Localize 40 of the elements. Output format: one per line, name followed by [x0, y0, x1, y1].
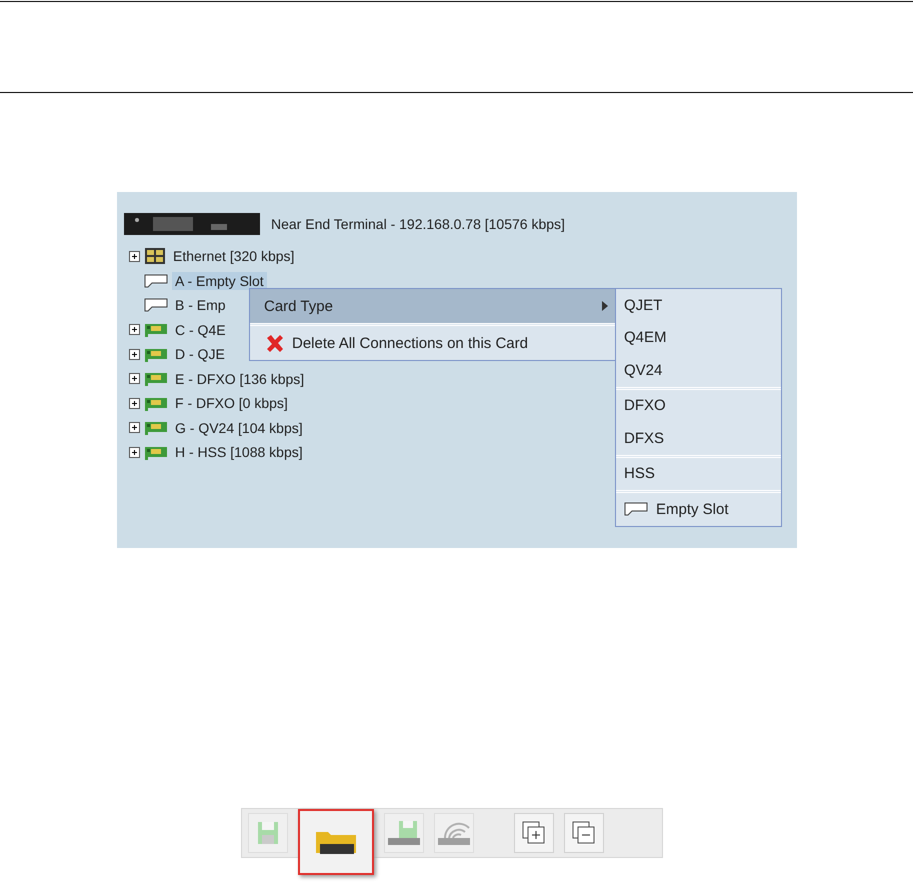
expand-icon[interactable]	[129, 324, 140, 336]
tree-item[interactable]: H - HSS [1088 kbps]	[172, 443, 306, 462]
menu-item[interactable]: DFXS	[616, 422, 781, 454]
slot-icon	[624, 502, 648, 516]
tree-item[interactable]: F - DFXO [0 kbps]	[172, 394, 291, 412]
menu-item[interactable]: DFXO	[616, 386, 781, 422]
expand-icon[interactable]	[129, 373, 140, 384]
menu-item[interactable]: HSS	[616, 454, 781, 490]
toolbar-button[interactable]	[298, 809, 374, 875]
expand-icon[interactable]	[129, 250, 140, 262]
tree-item[interactable]: D - QJE	[172, 345, 228, 364]
menu-item[interactable]: Card Type	[250, 289, 616, 323]
network-device-icon	[123, 212, 263, 236]
circuit-card-icon	[144, 321, 168, 338]
expand-icon[interactable]	[129, 422, 140, 434]
expand-all-icon	[522, 821, 546, 845]
tree-item[interactable]: G - QV24 [104 kbps]	[172, 418, 306, 437]
menu-item[interactable]: Empty Slot	[616, 490, 781, 526]
signal-device-icon	[437, 820, 471, 846]
submenu-arrow-icon	[602, 301, 608, 311]
slot-icon	[144, 274, 168, 288]
floppy-device-icon	[387, 820, 421, 846]
menu-item[interactable]: Q4EM	[616, 322, 781, 354]
terminal-label: Near End Terminal - 192.168.0.78 [10576 kbps]	[271, 216, 565, 232]
collapse-all-icon	[572, 821, 596, 845]
delete-icon	[264, 333, 284, 353]
expand-icon[interactable]	[129, 398, 140, 409]
circuit-card-icon	[144, 419, 168, 436]
tree-item[interactable]: B - Emp	[172, 296, 229, 314]
expand-icon[interactable]	[129, 446, 140, 458]
menu-item[interactable]: QV24	[616, 354, 781, 386]
expand-icon[interactable]	[129, 348, 140, 360]
tree-item[interactable]: A - Empty Slot	[172, 272, 267, 290]
ethernet-port-icon	[144, 247, 166, 266]
circuit-card-icon	[144, 370, 168, 388]
menu-item[interactable]: QJET	[616, 289, 781, 322]
tree-item[interactable]: Ethernet [320 kbps]	[170, 247, 298, 266]
tree-item[interactable]: E - DFXO [136 kbps]	[172, 370, 308, 388]
tree-item[interactable]: C - Q4E	[172, 320, 229, 339]
slot-icon	[144, 298, 168, 312]
